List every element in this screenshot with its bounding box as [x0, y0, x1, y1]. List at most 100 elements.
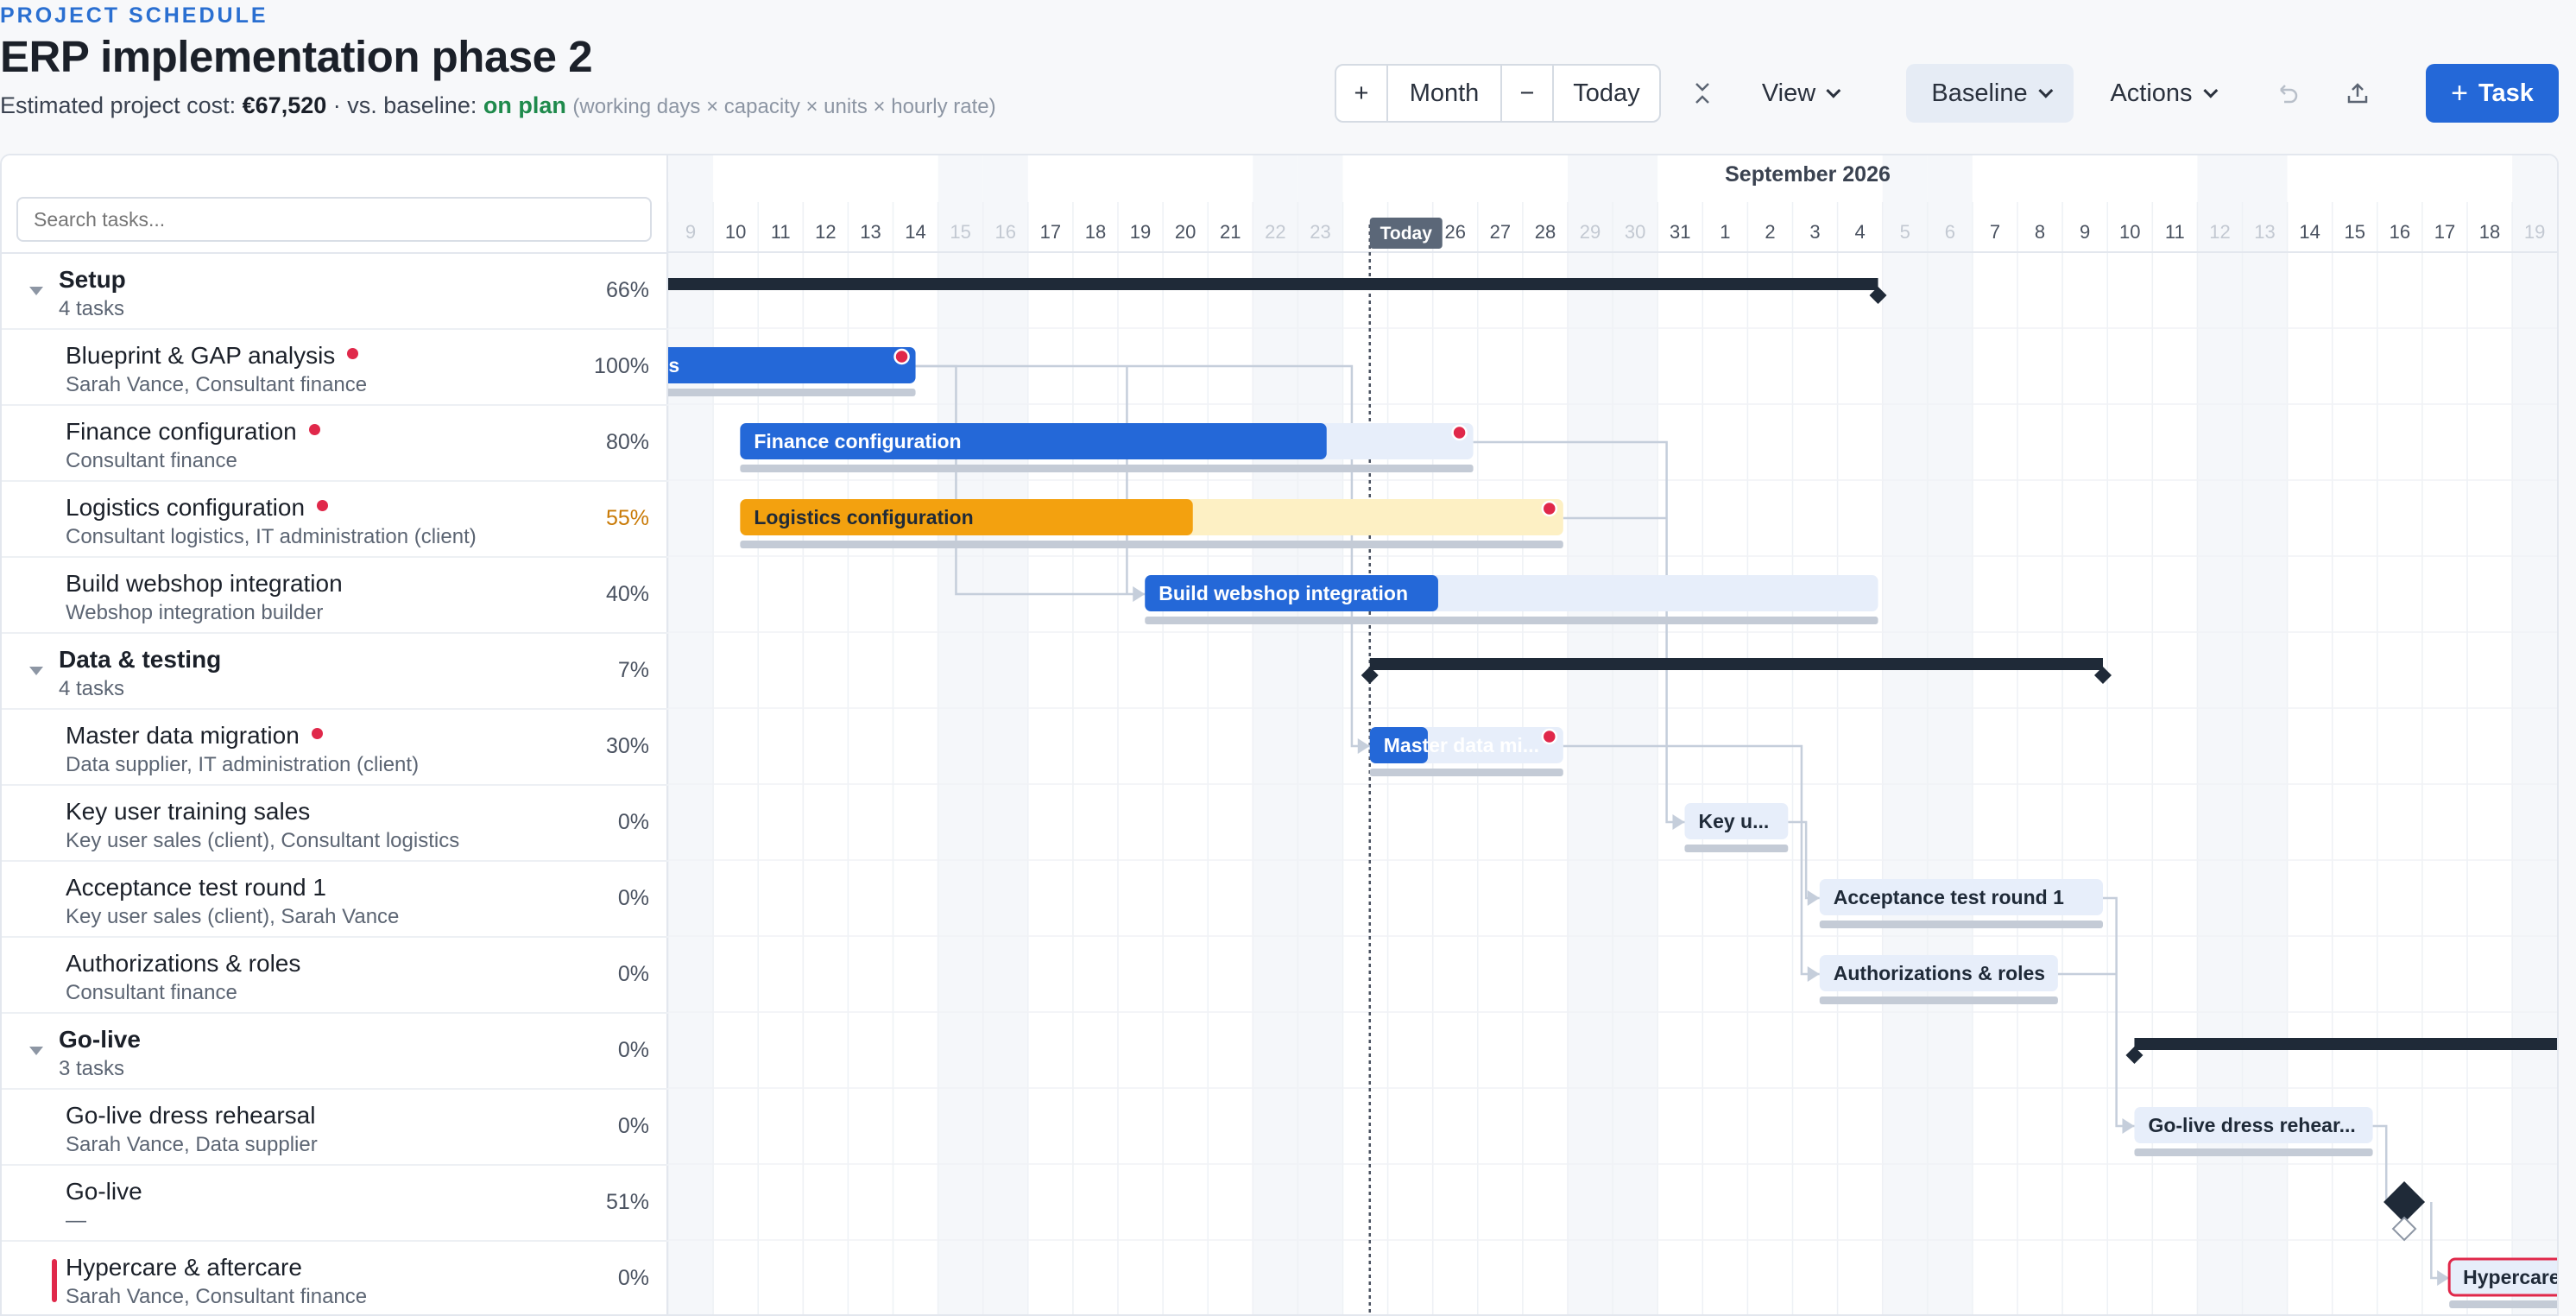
dependency-arrow-icon	[1807, 966, 1820, 982]
task-name: Build webshop integration	[66, 570, 343, 598]
zoom-out-button[interactable]: −	[1502, 66, 1554, 121]
day-label: 28	[1535, 221, 1556, 243]
task-row[interactable]: Acceptance test round 1 Key user sales (c…	[2, 862, 668, 938]
today-button[interactable]: Today	[1554, 66, 1659, 121]
page-title: ERP implementation phase 2	[0, 32, 593, 81]
task-progress-percent: 7%	[617, 658, 649, 682]
summary-bar[interactable]	[1369, 658, 2103, 670]
task-name: Master data migration	[66, 722, 323, 750]
view-menu-button[interactable]: View	[1747, 64, 1851, 123]
task-row[interactable]: Key user training sales Key user sales (c…	[2, 786, 668, 862]
task-row[interactable]: Hypercare & aftercare Sarah Vance, Consul…	[2, 1242, 668, 1314]
task-assignees: Sarah Vance, Data supplier	[66, 1133, 318, 1156]
page-kicker: PROJECT SCHEDULE	[0, 3, 268, 28]
day-label: 18	[2479, 221, 2500, 243]
scale-select[interactable]: Month	[1388, 66, 1502, 121]
day-label: 6	[1945, 221, 1955, 243]
task-progress-percent: 0%	[617, 1266, 649, 1290]
task-name: Go-live dress rehearsal	[66, 1102, 315, 1129]
cost-formula: (working days × capacity × units × hourl…	[572, 95, 996, 118]
day-label: 7	[1990, 221, 2000, 243]
undo-icon[interactable]	[2265, 64, 2308, 123]
collapse-caret-icon[interactable]	[29, 287, 43, 295]
day-label: 9	[2080, 221, 2090, 243]
critical-marker	[52, 1259, 57, 1302]
cost-label: Estimated project cost:	[0, 92, 237, 118]
search-input[interactable]	[16, 197, 652, 242]
cost-value: €67,520	[242, 92, 327, 118]
month-label: September 2026	[1725, 162, 1891, 187]
dependency-arrow-icon	[2122, 1118, 2135, 1134]
baseline-bar	[1819, 996, 2058, 1004]
task-name: Hypercare & aftercare	[66, 1254, 302, 1281]
task-bar-label: Finance configuration	[754, 430, 961, 452]
task-row[interactable]: Logistics configuration Consultant logist…	[2, 482, 668, 558]
day-label: 4	[1855, 221, 1866, 243]
day-label: 14	[2299, 221, 2320, 243]
warning-dot-icon	[1541, 728, 1558, 745]
task-bar-label: Master data mi...	[1384, 734, 1539, 756]
task-name-text: Blueprint & GAP analysis	[66, 342, 336, 369]
baseline-bar	[1819, 921, 2103, 928]
gantt-timeline: September 2026 9 10 11 12 13 14 15 16 17 18 19 20 21 2…	[668, 155, 2559, 1316]
warning-dot-icon	[1451, 424, 1468, 441]
task-row[interactable]: Blueprint & GAP analysis Sarah Vance, Con…	[2, 330, 668, 406]
add-task-label: Task	[2478, 79, 2534, 107]
baseline-menu-button[interactable]: Baseline	[1906, 64, 2074, 123]
task-row[interactable]: Go-live dress rehearsal Sarah Vance, Data…	[2, 1090, 668, 1166]
day-label: 3	[1809, 221, 1820, 243]
actions-label: Actions	[2110, 79, 2193, 107]
task-row[interactable]: Build webshop integration Webshop integra…	[2, 558, 668, 634]
zoom-in-button[interactable]: +	[1336, 66, 1388, 121]
task-name: Go-live	[59, 1026, 141, 1053]
task-name-text: Go-live	[66, 1178, 142, 1205]
collapse-caret-icon[interactable]	[29, 667, 43, 675]
task-assignees: Sarah Vance, Consultant finance	[66, 373, 368, 396]
task-name-text: Build webshop integration	[66, 570, 343, 597]
collapse-icon[interactable]	[1685, 64, 1720, 123]
day-label: 5	[1900, 221, 1910, 243]
task-name-text: Authorizations & roles	[66, 950, 301, 977]
chevron-down-icon	[1826, 83, 1841, 98]
add-task-button[interactable]: + Task	[2426, 64, 2559, 123]
task-bar-label: Acceptance test round 1	[1834, 886, 2064, 908]
task-row[interactable]: Go-live — 51%	[2, 1166, 668, 1242]
task-row[interactable]: Master data migration Data supplier, IT a…	[2, 710, 668, 786]
export-icon[interactable]	[2336, 64, 2379, 123]
task-row[interactable]: Finance configuration Consultant finance 8…	[2, 406, 668, 482]
dependency-arrow-icon	[1357, 738, 1370, 754]
day-label: 8	[2035, 221, 2045, 243]
task-progress-percent: 0%	[617, 810, 649, 834]
task-name-text: Data & testing	[59, 646, 222, 673]
summary-bar[interactable]	[668, 278, 1878, 290]
actions-menu-button[interactable]: Actions	[2093, 64, 2231, 123]
task-progress-percent: 80%	[605, 430, 649, 454]
day-label: 14	[905, 221, 925, 243]
day-label: 16	[995, 221, 1016, 243]
task-name-text: Acceptance test round 1	[66, 874, 326, 901]
task-assignees: 4 tasks	[59, 297, 125, 320]
dependency-arrow-icon	[1807, 890, 1820, 906]
baseline-label: · vs. baseline:	[332, 92, 477, 118]
collapse-caret-icon[interactable]	[29, 1047, 43, 1055]
day-label: 2	[1765, 221, 1775, 243]
weekend-column	[668, 155, 714, 1314]
task-name: Data & testing	[59, 646, 221, 674]
task-progress-percent: 66%	[605, 278, 649, 302]
task-name-text: Finance configuration	[66, 418, 297, 445]
task-progress-percent: 100%	[594, 354, 649, 378]
gantt-chart[interactable]: September 20269 10 11 12 13 14 15 16 17 18 19 20 21 2…	[668, 155, 2559, 1316]
task-group-row[interactable]: Data & testing 4 tasks 7%	[2, 634, 668, 710]
baseline-milestone-icon	[2391, 1216, 2417, 1242]
dependency-arrow-icon	[2437, 1270, 2450, 1286]
warning-dot-icon	[347, 348, 359, 360]
weekend-column	[938, 155, 983, 1314]
task-group-row[interactable]: Setup 4 tasks 66%	[2, 254, 668, 330]
day-label: 15	[950, 221, 970, 243]
summary-bar[interactable]	[2134, 1038, 2559, 1050]
task-group-row[interactable]: Go-live 3 tasks 0%	[2, 1014, 668, 1090]
day-label: 12	[2209, 221, 2230, 243]
task-row[interactable]: Authorizations & roles Consultant finance…	[2, 938, 668, 1014]
baseline-label: Baseline	[1931, 79, 2028, 107]
task-name: Acceptance test round 1	[66, 874, 326, 902]
